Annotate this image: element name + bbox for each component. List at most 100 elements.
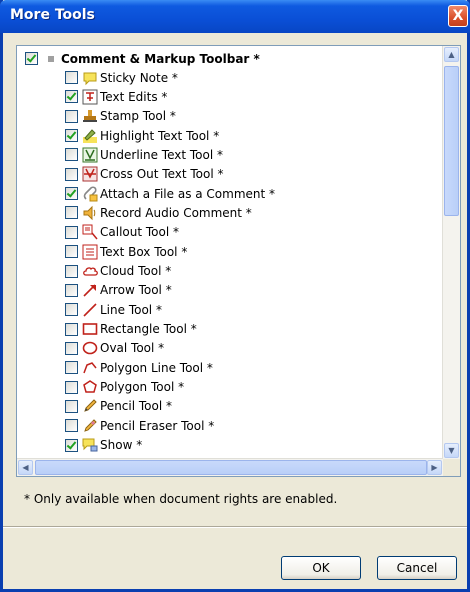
- tool-checkbox[interactable]: [65, 109, 78, 123]
- tool-checkbox[interactable]: [65, 225, 78, 239]
- scroll-left-icon[interactable]: ◀: [18, 460, 33, 475]
- tool-list-item[interactable]: Show *: [65, 436, 142, 455]
- close-button[interactable]: X: [448, 5, 468, 27]
- tool-list-item[interactable]: Attach a File as a Comment *: [65, 184, 275, 203]
- tools-list: Comment & Markup Toolbar * Sticky Note *…: [16, 45, 461, 477]
- tool-label: Underline Text Tool *: [100, 147, 223, 162]
- title-bar[interactable]: More Tools X: [0, 0, 470, 33]
- scroll-right-icon[interactable]: ▶: [427, 460, 442, 475]
- underline-text-icon: [82, 147, 98, 163]
- tool-checkbox[interactable]: [65, 283, 78, 297]
- sticky-note-icon: [82, 70, 98, 86]
- tool-list-item[interactable]: Callout Tool *: [65, 223, 179, 242]
- tool-list-item[interactable]: Underline Text Tool *: [65, 145, 223, 164]
- tool-checkbox[interactable]: [65, 71, 78, 84]
- tool-checkbox[interactable]: [65, 264, 78, 278]
- ok-button[interactable]: OK: [281, 556, 361, 580]
- tool-label: Highlight Text Tool *: [100, 128, 220, 143]
- tool-list-item[interactable]: Record Audio Comment *: [65, 203, 252, 222]
- tool-list-item[interactable]: Line Tool *: [65, 300, 162, 319]
- tool-list-item[interactable]: Text Box Tool *: [65, 242, 187, 261]
- toolbar-group-row[interactable]: Comment & Markup Toolbar *: [25, 49, 260, 68]
- tool-label: Record Audio Comment *: [100, 205, 252, 220]
- tool-list-item[interactable]: Pencil Eraser Tool *: [65, 416, 214, 435]
- arrow-icon: [82, 282, 98, 298]
- tool-list-item[interactable]: Arrow Tool *: [65, 281, 172, 300]
- tool-label: Attach a File as a Comment *: [100, 186, 276, 201]
- tool-checkbox[interactable]: [65, 148, 78, 162]
- tool-list-item[interactable]: Rectangle Tool *: [65, 320, 197, 339]
- divider-highlight: [3, 527, 467, 528]
- vertical-scrollbar[interactable]: ▲ ▼: [442, 46, 460, 459]
- tool-checkbox[interactable]: [65, 245, 78, 259]
- tool-checkbox[interactable]: [65, 361, 78, 375]
- tool-checkbox[interactable]: [65, 187, 78, 201]
- tool-label: Text Edits *: [100, 89, 168, 104]
- line-icon: [82, 302, 98, 318]
- text-box-icon: [82, 244, 98, 260]
- tool-label: Polygon Line Tool *: [100, 360, 213, 375]
- tool-checkbox[interactable]: [65, 438, 78, 452]
- stamp-icon: [82, 108, 98, 124]
- more-tools-dialog: More Tools X Comment & Markup Toolbar * …: [0, 0, 470, 592]
- footnote: * Only available when document rights ar…: [24, 492, 338, 506]
- tool-list-item[interactable]: Cloud Tool *: [65, 262, 171, 281]
- tree-node-icon: [48, 55, 54, 62]
- tool-list-item[interactable]: Cross Out Text Tool *: [65, 165, 224, 184]
- toolbar-group-label: Comment & Markup Toolbar *: [61, 51, 260, 66]
- tool-label: Sticky Note *: [100, 70, 178, 85]
- tool-label: Arrow Tool *: [100, 283, 172, 298]
- toolbar-group-checkbox[interactable]: [25, 52, 38, 65]
- tool-label: Polygon Tool *: [100, 380, 185, 395]
- scrollbar-corner: [443, 459, 460, 476]
- tool-list-item[interactable]: Text Edits *: [65, 87, 167, 106]
- horizontal-scroll-thumb[interactable]: [35, 460, 427, 475]
- text-edits-icon: [82, 89, 98, 105]
- vertical-scroll-thumb[interactable]: [444, 66, 459, 216]
- tool-checkbox[interactable]: [65, 129, 78, 143]
- tool-label: Text Box Tool *: [100, 244, 188, 259]
- tool-checkbox[interactable]: [65, 419, 78, 433]
- tool-label: Pencil Eraser Tool *: [100, 418, 215, 433]
- tool-checkbox[interactable]: [65, 90, 78, 104]
- tool-checkbox[interactable]: [65, 206, 78, 220]
- tool-list-item[interactable]: Highlight Text Tool *: [65, 126, 219, 145]
- dialog-title: More Tools: [10, 7, 95, 23]
- pencil-icon: [82, 398, 98, 414]
- tool-checkbox[interactable]: [65, 322, 78, 336]
- tool-label: Line Tool *: [100, 302, 162, 317]
- oval-icon: [82, 340, 98, 356]
- tool-list-item[interactable]: Sticky Note *: [65, 68, 178, 87]
- tool-label: Cross Out Text Tool *: [100, 167, 224, 182]
- scroll-up-icon[interactable]: ▲: [444, 47, 459, 62]
- callout-icon: [82, 224, 98, 240]
- polygon-line-icon: [82, 360, 98, 376]
- tool-list-item[interactable]: Pencil Tool *: [65, 397, 172, 416]
- tool-checkbox[interactable]: [65, 380, 78, 394]
- tool-list-item[interactable]: Stamp Tool *: [65, 107, 176, 126]
- scroll-down-icon[interactable]: ▼: [444, 443, 459, 458]
- tool-label: Show *: [100, 438, 143, 453]
- horizontal-scrollbar[interactable]: ◀ ▶: [17, 458, 443, 476]
- tool-checkbox[interactable]: [65, 303, 78, 317]
- rectangle-icon: [82, 321, 98, 337]
- tool-label: Stamp Tool *: [100, 109, 176, 124]
- tool-list-item[interactable]: Oval Tool *: [65, 339, 164, 358]
- tool-checkbox[interactable]: [65, 341, 78, 355]
- tool-checkbox[interactable]: [65, 167, 78, 181]
- paperclip-icon: [82, 186, 98, 202]
- tool-label: Cloud Tool *: [100, 264, 172, 278]
- show-comments-icon: [82, 437, 98, 453]
- cloud-icon: [82, 263, 98, 279]
- tool-checkbox[interactable]: [65, 399, 78, 413]
- tool-list-item[interactable]: Polygon Line Tool *: [65, 358, 213, 377]
- polygon-icon: [82, 379, 98, 395]
- tool-label: Callout Tool *: [100, 225, 179, 240]
- tool-list-item[interactable]: Polygon Tool *: [65, 378, 184, 397]
- audio-icon: [82, 205, 98, 221]
- tool-label: Pencil Tool *: [100, 399, 172, 414]
- highlight-text-icon: [82, 128, 98, 144]
- tools-list-content: Comment & Markup Toolbar * Sticky Note *…: [17, 46, 443, 459]
- eraser-icon: [82, 418, 98, 434]
- cancel-button[interactable]: Cancel: [377, 556, 457, 580]
